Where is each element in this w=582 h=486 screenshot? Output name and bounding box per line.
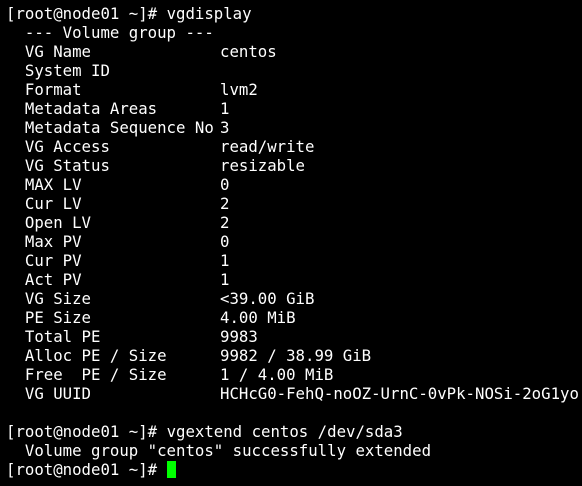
field-row: VG Access read/write	[6, 137, 582, 156]
shell-prompt: [root@node01 ~]#	[6, 4, 167, 23]
field-row: Free PE / Size 1 / 4.00 MiB	[6, 365, 582, 384]
field-key: Format	[6, 80, 82, 99]
field-key: System ID	[6, 61, 110, 80]
field-key: Metadata Areas	[6, 99, 158, 118]
command-output: Volume group "centos" successfully exten…	[6, 441, 432, 460]
command-text: vgdisplay	[166, 4, 252, 23]
shell-prompt: [root@node01 ~]#	[6, 422, 167, 441]
field-row: MAX LV 0	[6, 175, 582, 194]
command-line-3[interactable]: [root@node01 ~]#	[6, 460, 582, 479]
field-row: Open LV 2	[6, 213, 582, 232]
field-value: 2	[220, 213, 230, 232]
field-value: 9983	[220, 327, 258, 346]
field-value: 4.00 MiB	[220, 308, 296, 327]
field-key: Total PE	[6, 327, 101, 346]
field-key: Open LV	[6, 213, 92, 232]
field-row: VG Size <39.00 GiB	[6, 289, 582, 308]
field-value: resizable	[220, 156, 306, 175]
field-key: VG Access	[6, 137, 110, 156]
field-value: 0	[220, 175, 230, 194]
field-row: Max PV 0	[6, 232, 582, 251]
field-key: VG UUID	[6, 384, 92, 403]
field-key: Metadata Sequence No	[6, 118, 214, 137]
field-row: Format lvm2	[6, 80, 582, 99]
field-key: Cur LV	[6, 194, 82, 213]
field-row: VG Name centos	[6, 42, 582, 61]
field-key: Free PE / Size	[6, 365, 167, 384]
field-row: Total PE 9983	[6, 327, 582, 346]
field-value: 0	[220, 232, 230, 251]
command-text: vgextend centos /dev/sda3	[166, 422, 403, 441]
section-header: --- Volume group ---	[6, 23, 214, 42]
field-value: 1	[220, 99, 230, 118]
field-key: MAX LV	[6, 175, 82, 194]
field-key: Cur PV	[6, 251, 82, 270]
field-row: PE Size 4.00 MiB	[6, 308, 582, 327]
field-key: Max PV	[6, 232, 82, 251]
field-row: Cur PV 1	[6, 251, 582, 270]
terminal-window[interactable]: [root@node01 ~]# vgdisplay --- Volume gr…	[0, 0, 582, 486]
field-value: 2	[220, 194, 230, 213]
field-key: Act PV	[6, 270, 82, 289]
field-row: System ID	[6, 61, 582, 80]
field-value: 1	[220, 251, 230, 270]
field-row: Cur LV 2	[6, 194, 582, 213]
field-key: VG Status	[6, 156, 110, 175]
field-value: 9982 / 38.99 GiB	[220, 346, 372, 365]
shell-prompt: [root@node01 ~]#	[6, 460, 167, 479]
field-value: HCHcG0-FehQ-noOZ-UrnC-0vPk-NOSi-2oG1yo	[220, 384, 579, 403]
field-value: read/write	[220, 137, 315, 156]
field-value: centos	[220, 42, 277, 61]
field-row: Metadata Sequence No 3	[6, 118, 582, 137]
field-value: 1	[220, 270, 230, 289]
text-cursor	[166, 461, 176, 478]
command-line-1: [root@node01 ~]# vgdisplay	[6, 4, 582, 23]
field-key: Alloc PE / Size	[6, 346, 167, 365]
field-value: 1 / 4.00 MiB	[220, 365, 334, 384]
field-key: VG Name	[6, 42, 92, 61]
field-row: Act PV 1	[6, 270, 582, 289]
field-value: lvm2	[220, 80, 258, 99]
field-key: PE Size	[6, 308, 92, 327]
field-row: Metadata Areas 1	[6, 99, 582, 118]
field-key: VG Size	[6, 289, 92, 308]
field-row: VG Status resizable	[6, 156, 582, 175]
command-line-2: [root@node01 ~]# vgextend centos /dev/sd…	[6, 422, 582, 441]
field-value: 3	[220, 118, 230, 137]
field-value: <39.00 GiB	[220, 289, 315, 308]
field-row: VG UUID HCHcG0-FehQ-noOZ-UrnC-0vPk-NOSi-2…	[6, 384, 582, 403]
field-row: Alloc PE / Size 9982 / 38.99 GiB	[6, 346, 582, 365]
